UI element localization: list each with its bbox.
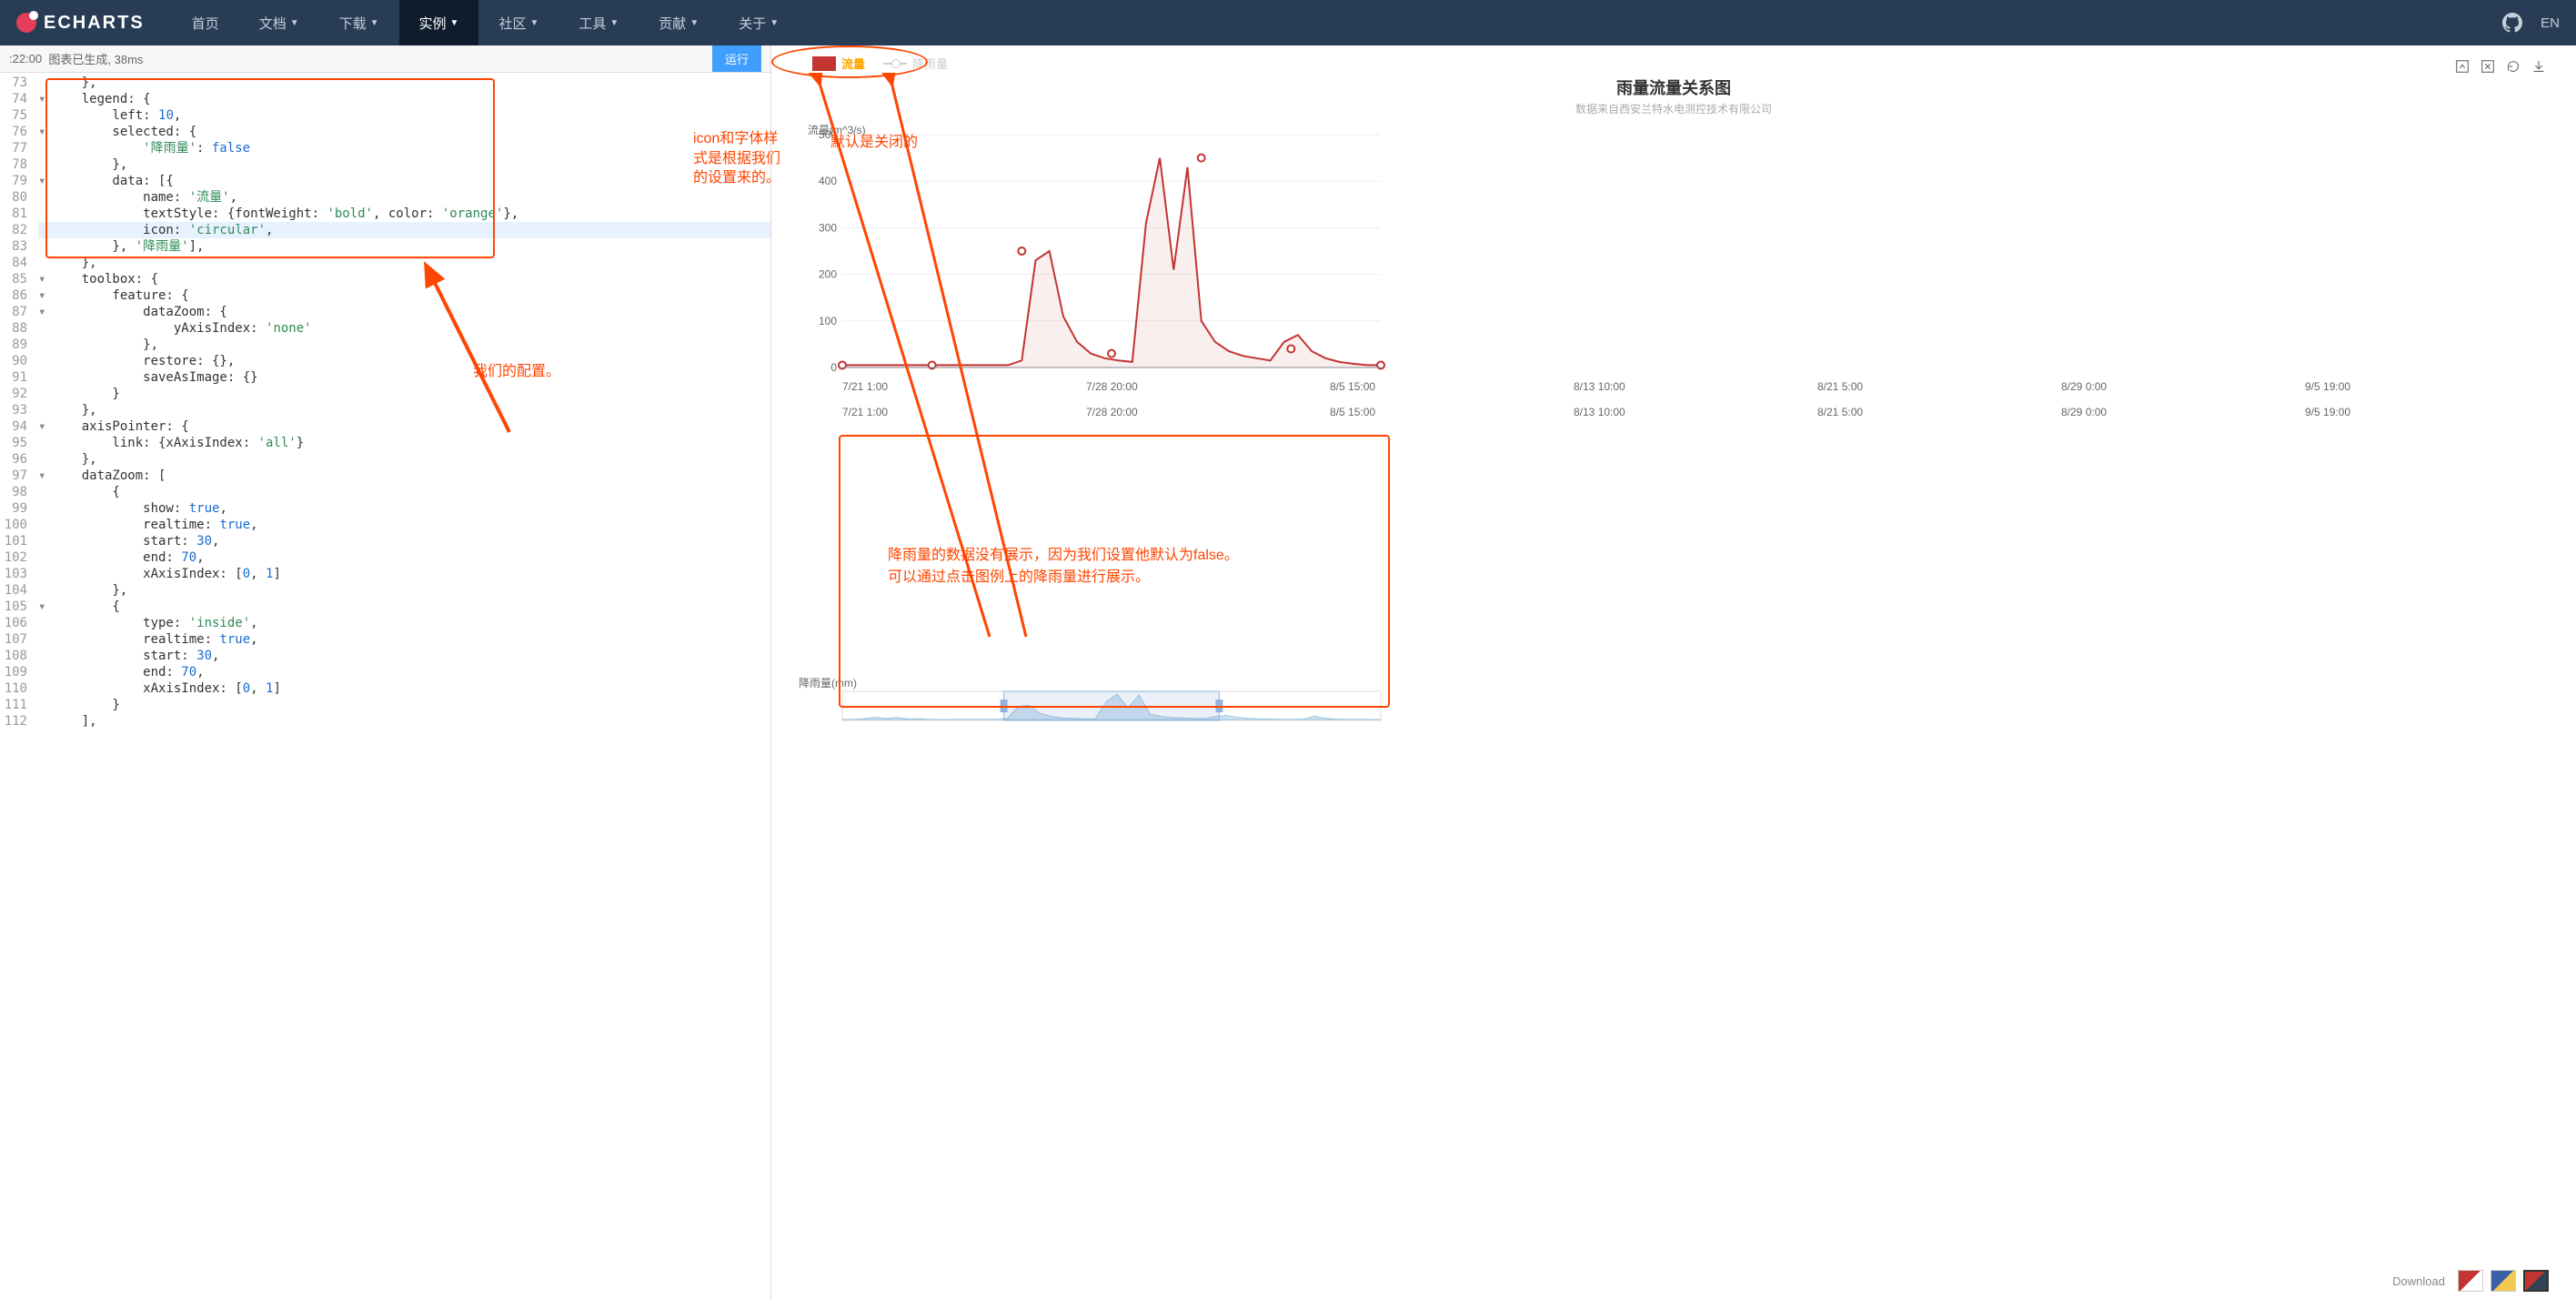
annotation-text-config: 我们的配置。 <box>473 364 560 380</box>
svg-text:200: 200 <box>819 268 837 281</box>
chart-toolbox <box>2454 58 2547 75</box>
nav-item[interactable]: 工具▼ <box>558 0 639 45</box>
nav-item[interactable]: 社区▼ <box>478 0 558 45</box>
caret-icon: ▼ <box>290 18 299 28</box>
nav-item[interactable]: 首页 <box>172 0 239 45</box>
svg-text:0: 0 <box>830 361 837 374</box>
run-button[interactable]: 运行 <box>712 45 761 72</box>
nav-item[interactable]: 下载▼ <box>319 0 399 45</box>
svg-text:300: 300 <box>819 221 837 234</box>
legend-swatch-rain <box>883 63 907 65</box>
nav-item[interactable]: 文档▼ <box>239 0 319 45</box>
zoom-in-icon[interactable] <box>2454 58 2470 75</box>
chart-subtitle: 数据来自西安兰特水电测控技术有限公司 <box>799 101 2549 116</box>
top-nav: ECHARTS 首页文档▼下载▼实例▼社区▼工具▼贡献▼关于▼ EN <box>0 0 2576 45</box>
caret-icon: ▼ <box>689 18 699 28</box>
zoom-reset-icon[interactable] <box>2480 58 2496 75</box>
caret-icon: ▼ <box>370 18 379 28</box>
legend-item-flow[interactable]: 流量 <box>812 55 865 72</box>
theme-thumbnails: Download <box>2392 1270 2549 1292</box>
caret-icon: ▼ <box>770 18 779 28</box>
caret-icon: ▼ <box>609 18 619 28</box>
nav-menu: 首页文档▼下载▼实例▼社区▼工具▼贡献▼关于▼ <box>172 0 799 45</box>
theme-thumb-3[interactable] <box>2523 1270 2549 1292</box>
x-axis-labels: 7/21 1:007/28 20:008/5 15:008/13 10:008/… <box>842 380 2549 393</box>
chart-title: 雨量流量关系图 <box>799 76 2549 99</box>
brand-text: ECHARTS <box>44 13 145 34</box>
status-bar: :22:00 图表已生成, 38ms 运行 <box>0 45 770 73</box>
preview-panel: 流量 降雨量 雨量流量关系图 数据来自西安兰特水电测控技术有限公司 流量( <box>771 45 2576 1299</box>
status-msg: 图表已生成, 38ms <box>48 50 143 67</box>
editor-panel: :22:00 图表已生成, 38ms 运行 737475767778798081… <box>0 45 771 1299</box>
overview-x-labels: 7/21 1:007/28 20:008/5 15:008/13 10:008/… <box>842 406 2549 418</box>
legend-item-rain[interactable]: 降雨量 <box>883 55 948 72</box>
nav-item[interactable]: 贡献▼ <box>639 0 719 45</box>
rain-axis-label: 降雨量(mm) <box>799 675 2549 690</box>
lang-toggle[interactable]: EN <box>2541 15 2560 31</box>
annotation-text-default-off: 默认是关闭的 <box>830 129 918 151</box>
theme-thumb-2[interactable] <box>2490 1270 2516 1292</box>
legend-swatch-flow <box>812 56 836 71</box>
download-icon[interactable] <box>2531 58 2547 75</box>
download-label[interactable]: Download <box>2392 1274 2445 1288</box>
chart-legend: 流量 降雨量 <box>812 55 2549 72</box>
chart-main-plot[interactable]: 0100200300400500 <box>799 126 1390 380</box>
code-editor[interactable]: 7374757677787980818283848586878889909192… <box>0 73 770 1299</box>
legend-label-flow: 流量 <box>841 55 865 72</box>
brand-logo[interactable]: ECHARTS <box>16 13 145 34</box>
annotation-text-icon-style: icon和字体样式是根据我们的设置来的。 <box>693 129 784 188</box>
theme-thumb-1[interactable] <box>2458 1270 2483 1292</box>
nav-item[interactable]: 实例▼ <box>399 0 479 45</box>
svg-text:400: 400 <box>819 175 837 187</box>
status-time: :22:00 <box>9 52 42 65</box>
caret-icon: ▼ <box>529 18 538 28</box>
annotation-text-rain: 降雨量的数据没有展示，因为我们设置他默认为false。 可以通过点击图例上的降雨… <box>888 542 1239 586</box>
caret-icon: ▼ <box>450 18 459 28</box>
nav-item[interactable]: 关于▼ <box>719 0 799 45</box>
github-icon[interactable] <box>2502 13 2522 33</box>
restore-icon[interactable] <box>2505 58 2521 75</box>
svg-text:100: 100 <box>819 315 837 327</box>
legend-label-rain: 降雨量 <box>912 55 948 72</box>
datazoom-slider[interactable] <box>799 690 1390 721</box>
logo-icon <box>16 13 36 33</box>
